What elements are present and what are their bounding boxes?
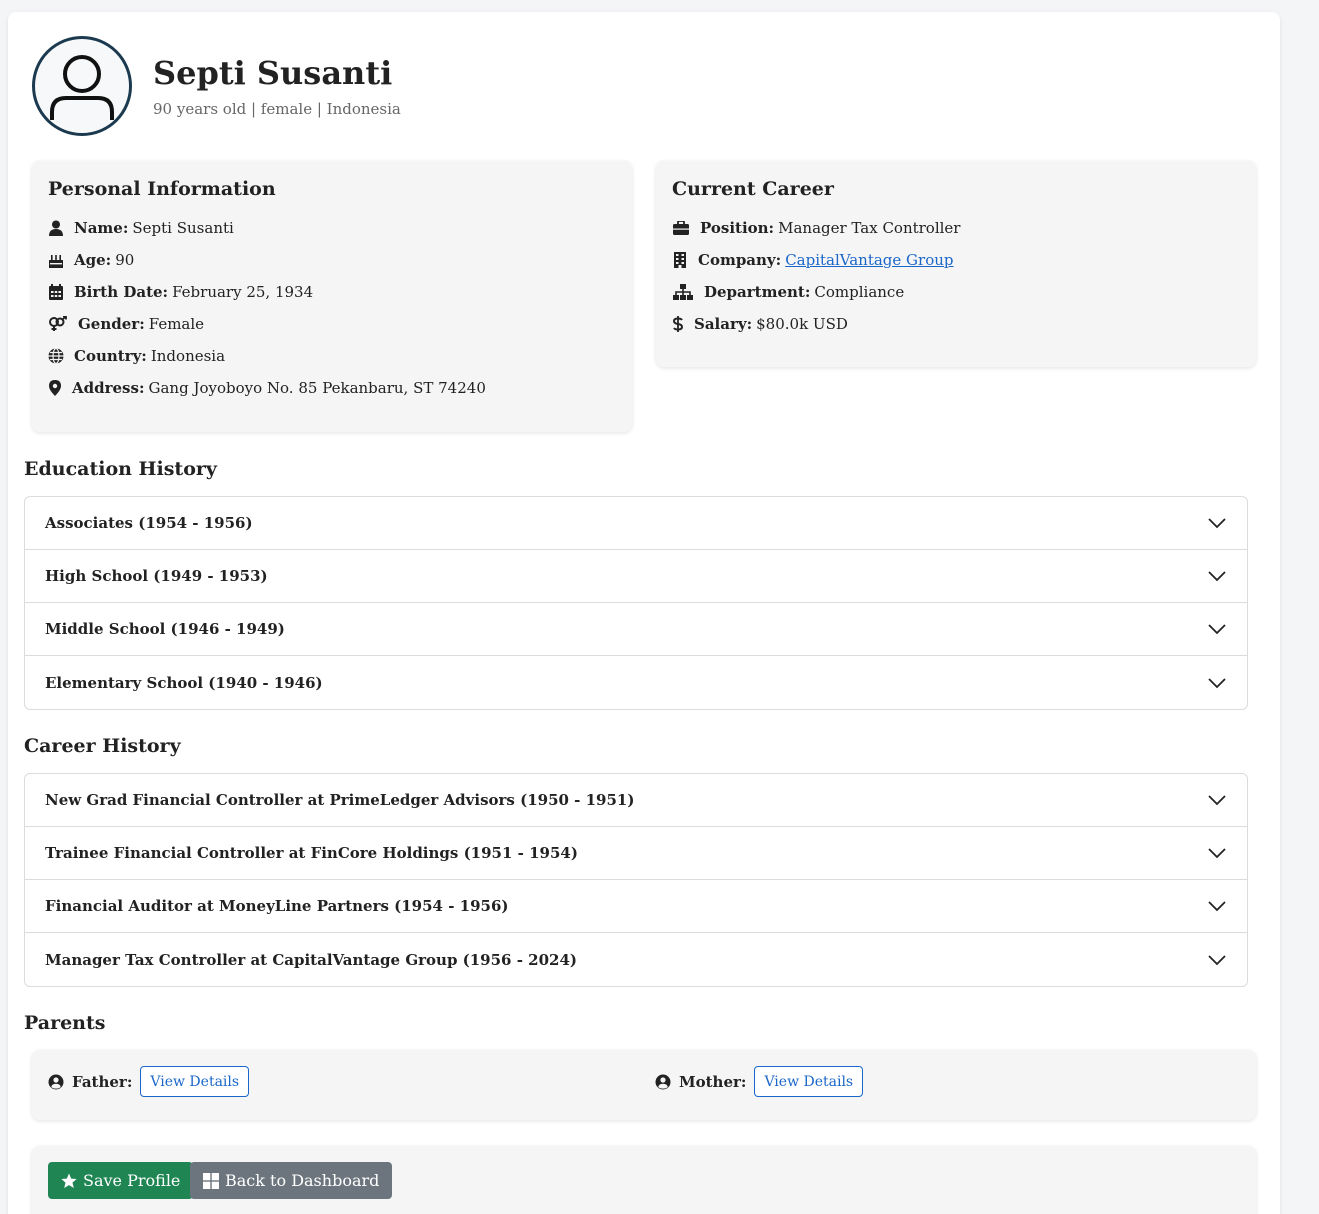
education-accordion: Associates (1954 - 1956) High School (19… [24,496,1248,710]
back-to-dashboard-label: Back to Dashboard [225,1171,380,1190]
mother-label: Mother: [679,1072,747,1091]
education-item[interactable]: Associates (1954 - 1956) [25,497,1247,550]
age-value: 90 [115,251,135,269]
education-item-label: Associates (1954 - 1956) [45,514,253,532]
education-item-label: High School (1949 - 1953) [45,567,268,585]
gender-value: Female [148,315,205,333]
star-icon [61,1173,77,1189]
chevron-down-icon [1208,795,1226,806]
globe-icon [48,348,64,364]
chevron-down-icon [1208,624,1226,635]
user-avatar-icon [50,55,114,120]
address-value: Gang Joyoboyo No. 85 Pekanbaru, ST 74240 [148,379,486,397]
career-company-row: Company: CapitalVantage Group [672,251,954,269]
career-item-label: Manager Tax Controller at CapitalVantage… [45,950,578,969]
user-circle-icon [48,1074,64,1090]
age-label: Age: [74,251,112,269]
birthdate-label: Birth Date: [74,283,169,301]
info-age-row: Age: 90 [48,251,134,269]
chevron-down-icon [1208,954,1226,965]
name-label: Name: [74,219,129,237]
calendar-icon [48,284,64,300]
info-gender-row: Gender: Female [48,315,204,333]
profile-name: Septi Susanti [153,53,393,92]
position-value: Manager Tax Controller [778,219,961,237]
education-item[interactable]: Elementary School (1940 - 1946) [25,656,1247,709]
company-link[interactable]: CapitalVantage Group [785,251,953,269]
salary-value: $80.0k USD [756,315,848,333]
mother-row: Mother: View Details [655,1066,864,1097]
profile-header: Septi Susanti 90 years old | female | In… [32,36,401,136]
department-value: Compliance [814,283,905,301]
user-icon [48,220,64,236]
career-item-label: Financial Auditor at MoneyLine Partners … [45,897,509,915]
chevron-down-icon [1208,848,1226,859]
salary-label: Salary: [694,315,753,333]
windows-icon [203,1172,219,1189]
career-item-label: Trainee Financial Controller at FinCore … [45,844,578,862]
map-marker-icon [48,380,62,396]
career-history-title: Career History [24,735,181,757]
education-item[interactable]: High School (1949 - 1953) [25,550,1247,603]
user-circle-icon [655,1074,671,1090]
personal-info-card: Personal Information Name: Septi Susanti… [32,161,632,432]
career-department-row: Department: Compliance [672,283,904,301]
position-label: Position: [700,219,775,237]
info-birthdate-row: Birth Date: February 25, 1934 [48,283,313,301]
gender-label: Gender: [78,315,145,333]
address-label: Address: [72,379,145,397]
mother-view-details-button[interactable]: View Details [754,1066,864,1097]
chevron-down-icon [1208,901,1226,912]
education-item-label: Elementary School (1940 - 1946) [45,673,323,692]
career-item[interactable]: Manager Tax Controller at CapitalVantage… [25,933,1247,986]
father-row: Father: View Details [48,1066,250,1097]
department-label: Department: [704,283,811,301]
info-address-row: Address: Gang Joyoboyo No. 85 Pekanbaru,… [48,379,486,397]
career-item[interactable]: Trainee Financial Controller at FinCore … [25,827,1247,880]
career-item[interactable]: Financial Auditor at MoneyLine Partners … [25,880,1247,933]
education-item[interactable]: Middle School (1946 - 1949) [25,603,1247,656]
education-history-title: Education History [24,458,217,480]
parents-title: Parents [24,1012,106,1034]
avatar [32,36,132,136]
back-to-dashboard-button[interactable]: Back to Dashboard [190,1162,393,1199]
dollar-icon [672,316,684,332]
info-country-row: Country: Indonesia [48,347,225,365]
father-view-details-button[interactable]: View Details [140,1066,250,1097]
save-profile-label: Save Profile [83,1171,181,1190]
career-item-label: New Grad Financial Controller at PrimeLe… [45,791,635,809]
save-profile-button[interactable]: Save Profile [48,1162,194,1199]
career-accordion: New Grad Financial Controller at PrimeLe… [24,773,1248,987]
country-value: Indonesia [150,347,226,365]
birthday-cake-icon [48,252,64,268]
chevron-down-icon [1208,518,1226,529]
building-icon [672,252,688,268]
profile-subtitle: 90 years old | female | Indonesia [153,100,401,119]
sitemap-icon [672,284,694,300]
name-value: Septi Susanti [132,219,234,237]
education-item-label: Middle School (1946 - 1949) [45,620,285,638]
gender-icon [48,316,68,332]
country-label: Country: [74,347,147,365]
father-label: Father: [72,1072,133,1091]
birthdate-value: February 25, 1934 [172,283,314,301]
chevron-down-icon [1208,571,1226,582]
career-item[interactable]: New Grad Financial Controller at PrimeLe… [25,774,1247,827]
briefcase-icon [672,220,690,236]
personal-info-title: Personal Information [48,178,276,200]
career-position-row: Position: Manager Tax Controller [672,219,960,237]
company-label: Company: [698,251,782,269]
current-career-title: Current Career [672,178,834,200]
current-career-card: Current Career Position: Manager Tax Con… [656,161,1256,367]
info-name-row: Name: Septi Susanti [48,219,234,237]
chevron-down-icon [1208,677,1226,688]
career-salary-row: Salary: $80.0k USD [672,315,848,333]
